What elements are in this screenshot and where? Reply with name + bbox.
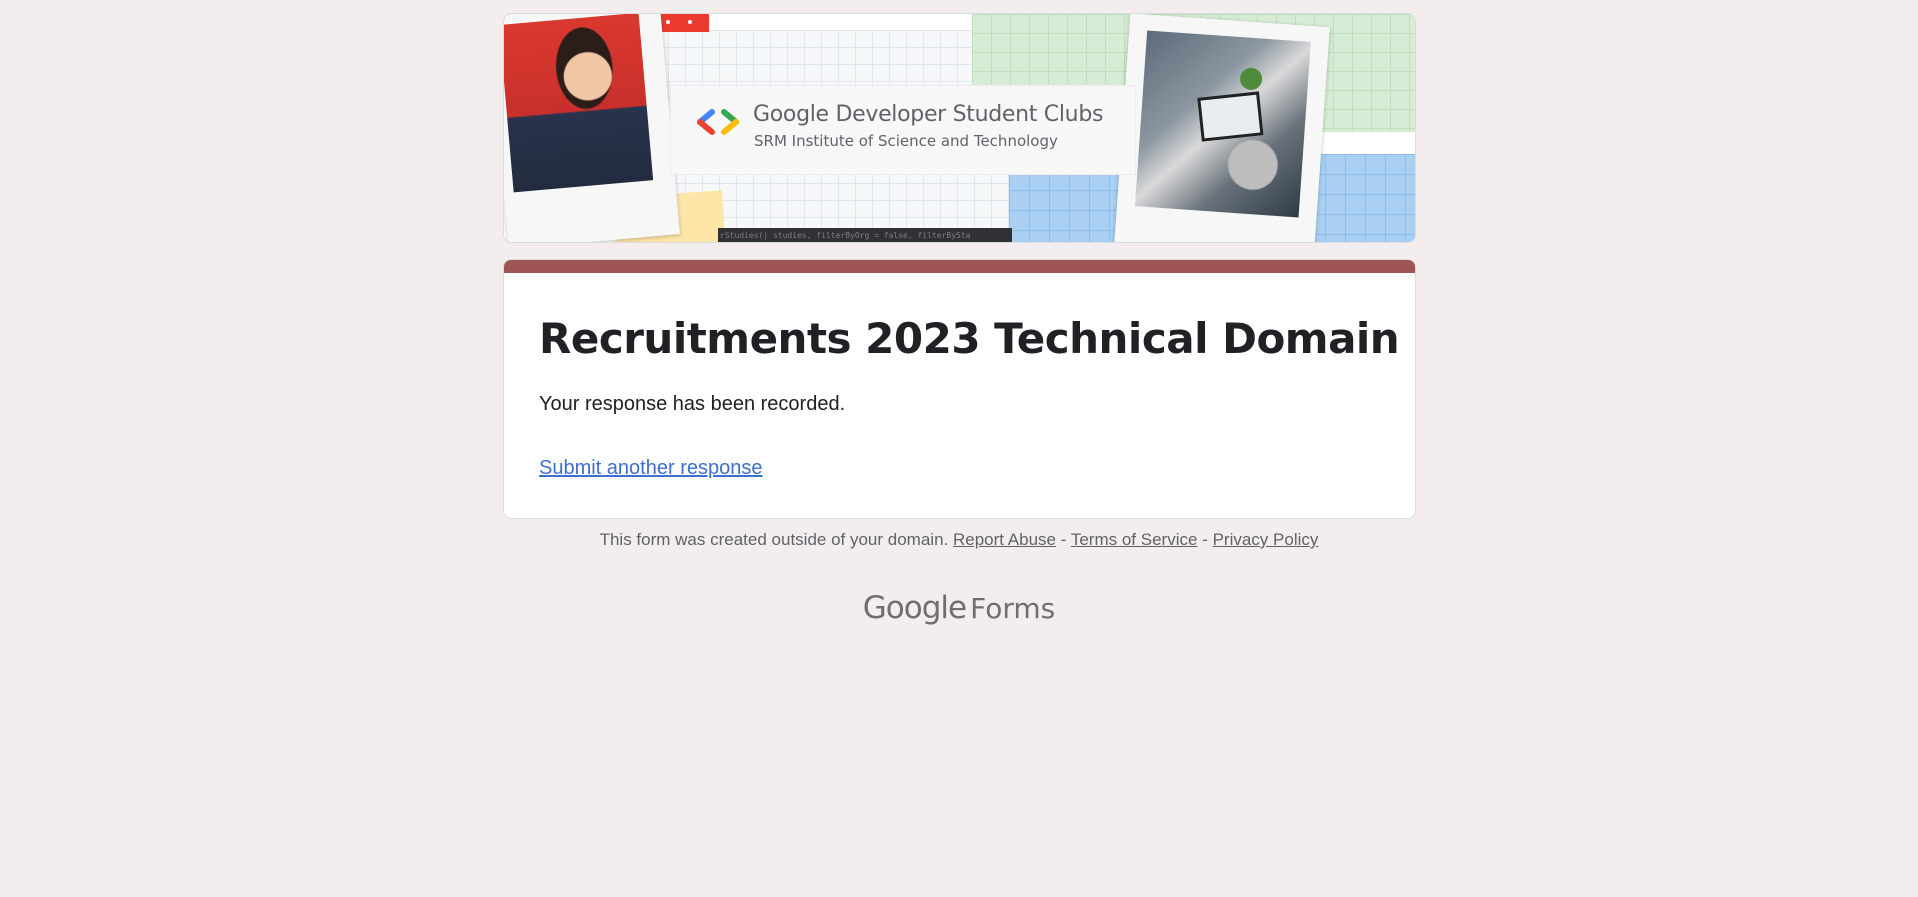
polaroid-photo-left [504,14,680,242]
footer-separator: - [1202,530,1208,549]
privacy-policy-link[interactable]: Privacy Policy [1213,530,1319,549]
laptop-icon [1197,91,1264,142]
club-name: Google Developer Student Clubs [753,102,1104,127]
club-logo-card: Google Developer Student Clubs SRM Insti… [670,85,1136,175]
card-accent-bar [504,260,1415,273]
google-wordmark: Google [862,590,967,626]
speaker-photo [504,14,654,193]
form-title: Recruitments 2023 Technical Domain [539,314,1400,363]
banner-code-strip: rStudies(| studies, filterByOrg = false,… [718,228,1012,242]
header-banner: rStudies(| studies, filterByOrg = false,… [503,13,1416,243]
footer-separator: - [1060,530,1067,549]
plant-icon [1239,67,1263,91]
footer-notice-line: This form was created outside of your do… [0,530,1918,550]
laptop-photo [1134,30,1311,218]
institution-name: SRM Institute of Science and Technology [754,132,1058,150]
polaroid-photo-right [1114,14,1330,242]
report-abuse-link[interactable]: Report Abuse [953,530,1056,549]
forms-wordmark: Forms [970,592,1056,625]
confirmation-message: Your response has been recorded. [539,393,846,415]
banner-blue-pattern-corner [1305,154,1415,242]
confirmation-card: Recruitments 2023 Technical Domain Your … [503,259,1416,519]
domain-notice: This form was created outside of your do… [599,530,949,549]
terms-of-service-link[interactable]: Terms of Service [1071,530,1198,549]
submit-another-response-link[interactable]: Submit another response [539,457,762,480]
google-forms-logo[interactable]: Google Forms [0,590,1918,626]
gdsc-brackets-icon [697,109,739,135]
form-container: rStudies(| studies, filterByOrg = false,… [503,13,1416,519]
